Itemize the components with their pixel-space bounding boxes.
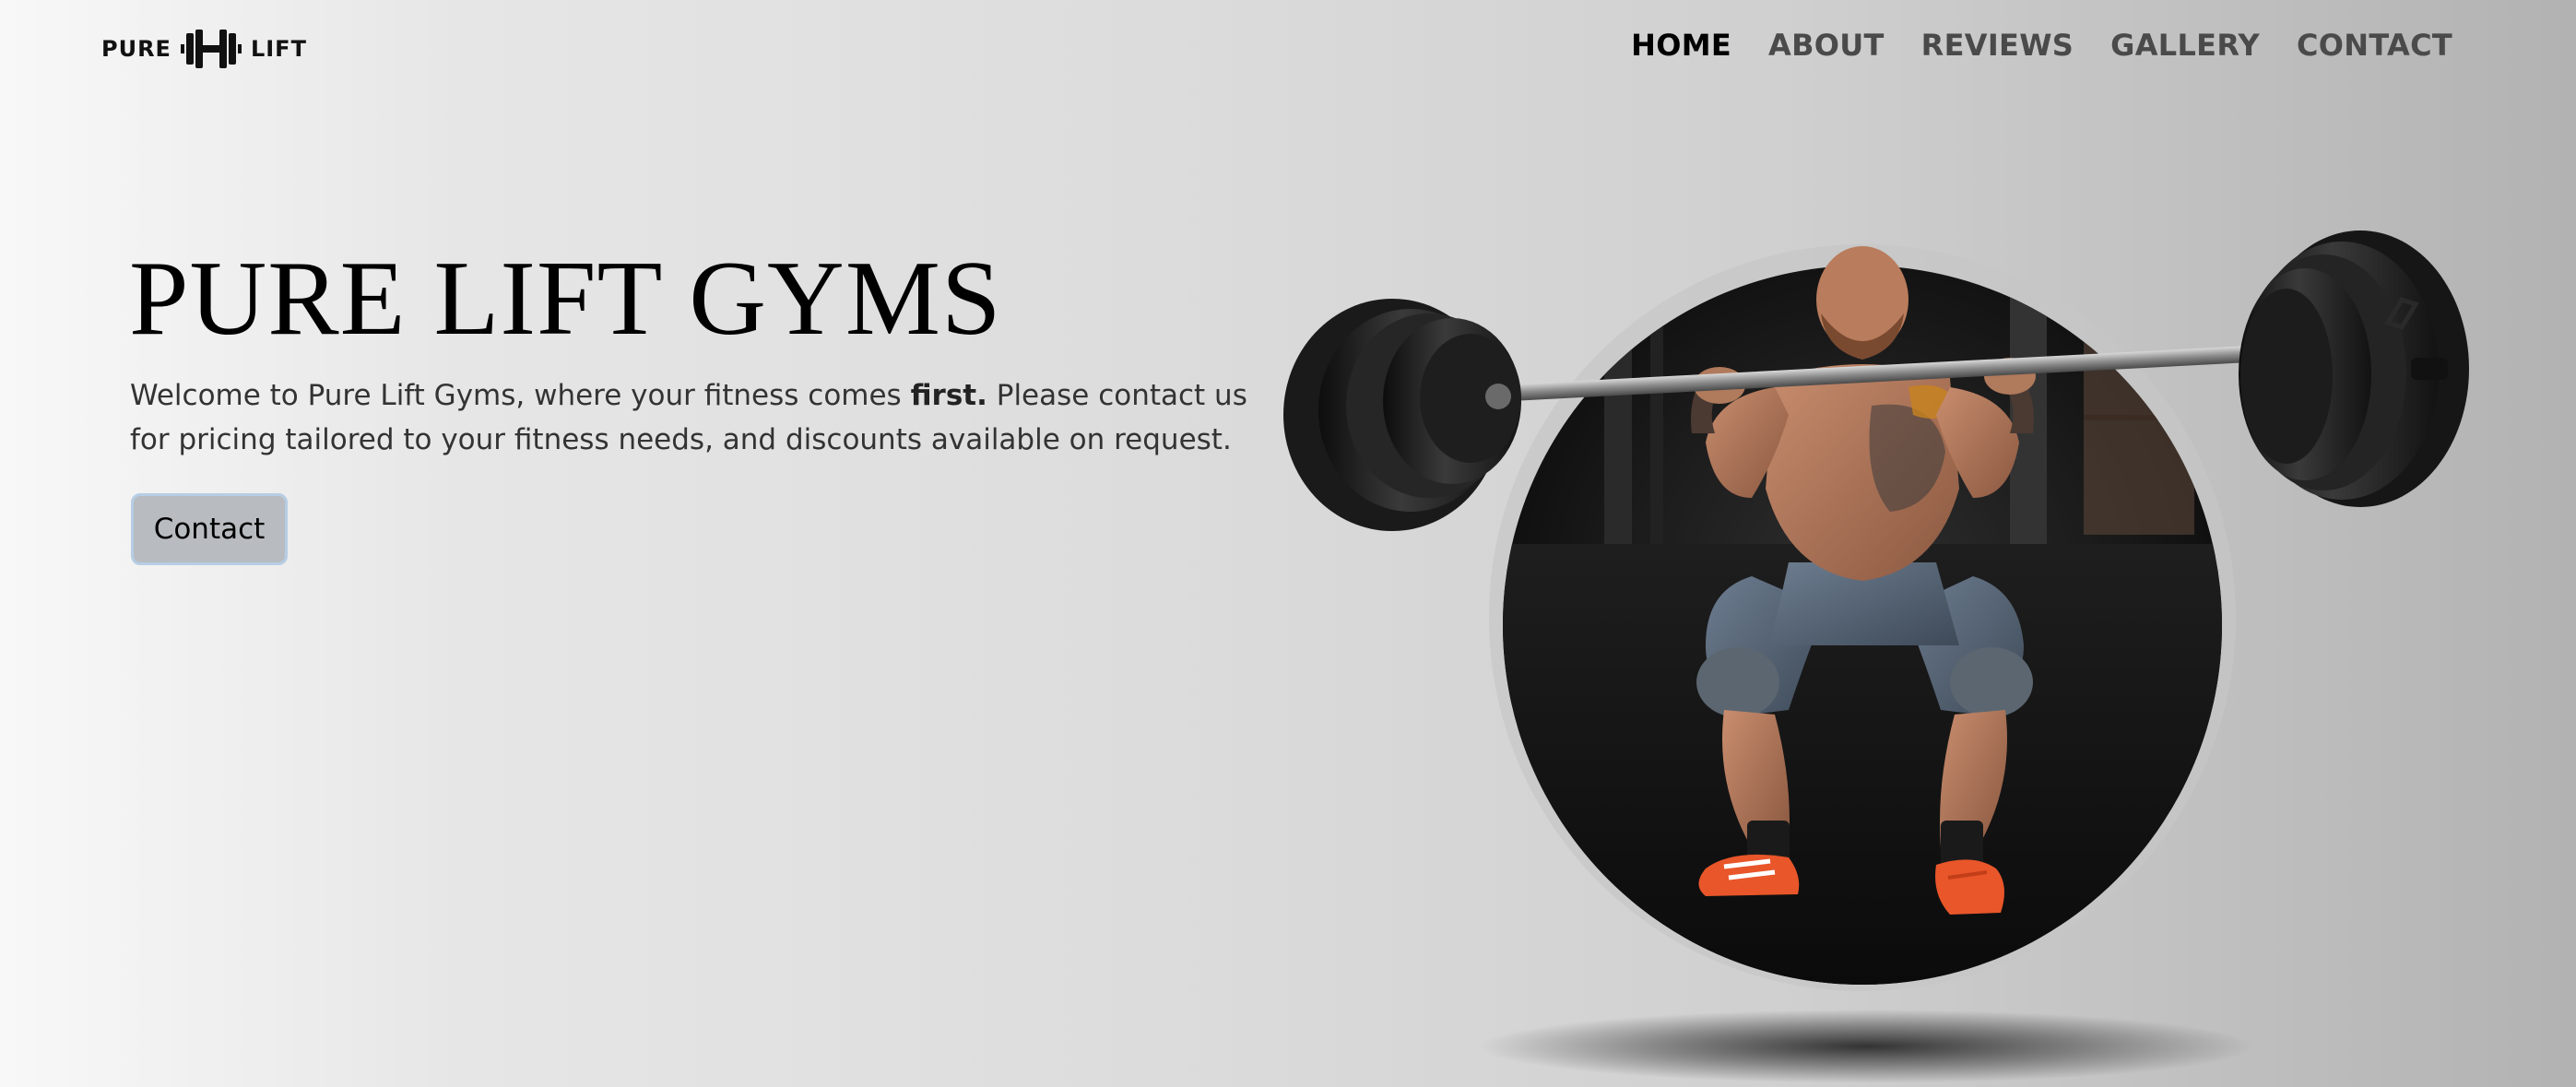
site-header: PURE LIFT HOME ABOUT REVIEWS GALLERY CON… bbox=[0, 0, 2576, 101]
main-nav: HOME ABOUT REVIEWS GALLERY CONTACT bbox=[1631, 28, 2452, 63]
hero-description: Welcome to Pure Lift Gyms, where your fi… bbox=[130, 373, 1273, 462]
weightlifter-illustration bbox=[1283, 230, 2469, 1083]
dumbbell-logo-icon bbox=[180, 30, 242, 68]
brand-word-right: LIFT bbox=[250, 36, 307, 62]
nav-home[interactable]: HOME bbox=[1631, 28, 1731, 63]
nav-about[interactable]: ABOUT bbox=[1768, 28, 1885, 63]
nav-contact[interactable]: CONTACT bbox=[2297, 28, 2452, 63]
contact-button[interactable]: Contact bbox=[131, 493, 288, 565]
hero-title: PURE LIFT GYMS bbox=[129, 240, 1002, 358]
nav-gallery[interactable]: GALLERY bbox=[2110, 28, 2260, 63]
hero-text-before: Welcome to Pure Lift Gyms, where your fi… bbox=[130, 379, 911, 412]
nav-reviews[interactable]: REVIEWS bbox=[1921, 28, 2074, 63]
brand-word-left: PURE bbox=[101, 36, 171, 62]
hero-text-bold: first. bbox=[910, 379, 987, 412]
brand-logo[interactable]: PURE LIFT bbox=[101, 26, 307, 72]
hero-image bbox=[1272, 212, 2471, 1087]
